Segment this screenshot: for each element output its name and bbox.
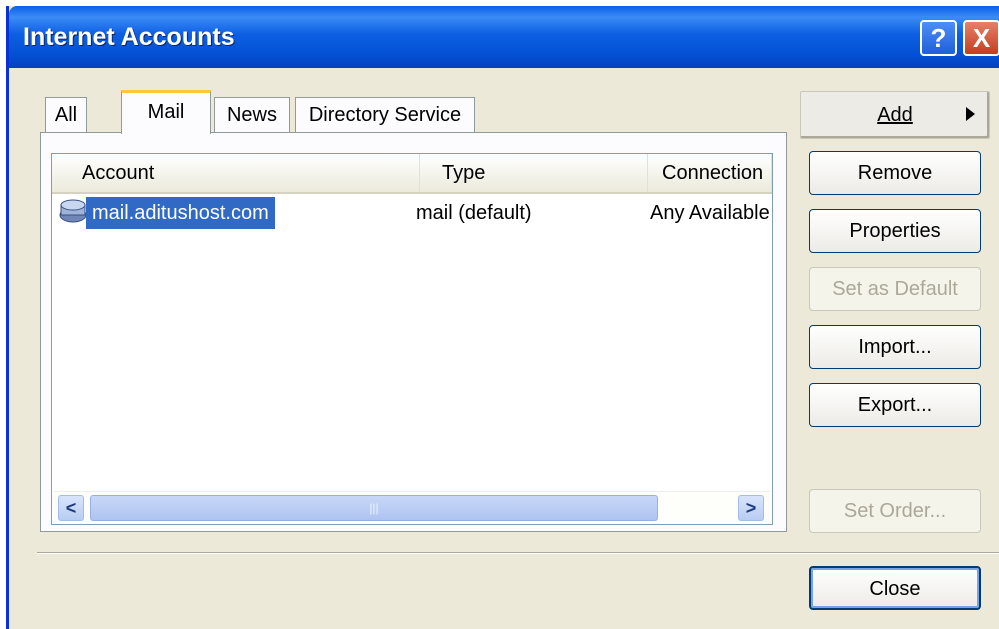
close-window-button[interactable]: X — [963, 20, 999, 56]
tab-directory-service[interactable]: Directory Service — [295, 97, 475, 133]
set-order-button[interactable]: Set Order... — [809, 489, 981, 533]
scroll-thumb[interactable]: ||| — [90, 495, 658, 521]
mail-account-icon — [58, 197, 88, 229]
tab-all[interactable]: All — [45, 97, 87, 133]
tab-mail-label: Mail — [147, 101, 185, 123]
import-button[interactable]: Import... — [809, 325, 981, 369]
chevron-right-icon: > — [745, 498, 757, 518]
account-name-cell: mail.aditushost.com — [86, 197, 275, 229]
properties-button[interactable]: Properties — [809, 209, 981, 253]
tab-news[interactable]: News — [214, 97, 290, 133]
column-connection-label: Connection — [662, 162, 764, 184]
tab-news-label: News — [226, 104, 277, 126]
close-button[interactable]: Close — [809, 566, 981, 610]
import-button-label: Import... — [858, 336, 932, 358]
add-button-label: Add — [877, 104, 913, 126]
add-button[interactable]: Add — [800, 91, 990, 139]
window-title: Internet Accounts — [23, 23, 235, 51]
close-icon: X — [972, 23, 991, 53]
tab-all-label: All — [54, 104, 78, 126]
set-order-label: Set Order... — [843, 500, 947, 522]
set-as-default-label: Set as Default — [832, 278, 958, 300]
horizontal-scrollbar[interactable]: < ||| > — [54, 491, 770, 522]
close-button-label: Close — [869, 578, 921, 600]
help-icon: ? — [930, 23, 947, 53]
account-connection-cell: Any Available — [650, 202, 770, 224]
export-button-label: Export... — [857, 394, 933, 416]
chevron-left-icon: < — [65, 498, 77, 518]
column-header-type[interactable]: Type — [420, 154, 648, 192]
divider — [37, 552, 999, 554]
scroll-right-button[interactable]: > — [738, 495, 764, 521]
account-type-cell: mail (default) — [416, 202, 532, 224]
column-header-connection[interactable]: Connection — [648, 154, 772, 192]
column-type-label: Type — [442, 162, 486, 184]
internet-accounts-dialog: Internet Accounts ? X All Mail News Dire… — [6, 6, 999, 629]
properties-button-label: Properties — [849, 220, 941, 242]
menu-arrow-icon — [966, 107, 975, 121]
help-button[interactable]: ? — [920, 20, 957, 56]
column-header-account[interactable]: Account — [52, 154, 420, 192]
grip-icon: ||| — [369, 501, 379, 515]
accounts-list[interactable]: Account Type Connection mail.aditushost.… — [51, 153, 773, 525]
column-account-label: Account — [82, 162, 155, 184]
remove-button[interactable]: Remove — [809, 151, 981, 195]
mail-tab-panel: Account Type Connection mail.aditushost.… — [40, 132, 787, 532]
export-button[interactable]: Export... — [809, 383, 981, 427]
tab-directory-service-label: Directory Service — [308, 104, 462, 126]
set-as-default-button[interactable]: Set as Default — [809, 267, 981, 311]
list-header: Account Type Connection — [52, 154, 772, 194]
tab-mail[interactable]: Mail — [121, 90, 211, 134]
table-row[interactable]: mail.aditushost.com mail (default) Any A… — [52, 197, 772, 229]
scroll-left-button[interactable]: < — [58, 495, 84, 521]
title-bar[interactable]: Internet Accounts ? X — [9, 6, 999, 68]
remove-button-label: Remove — [857, 162, 933, 184]
